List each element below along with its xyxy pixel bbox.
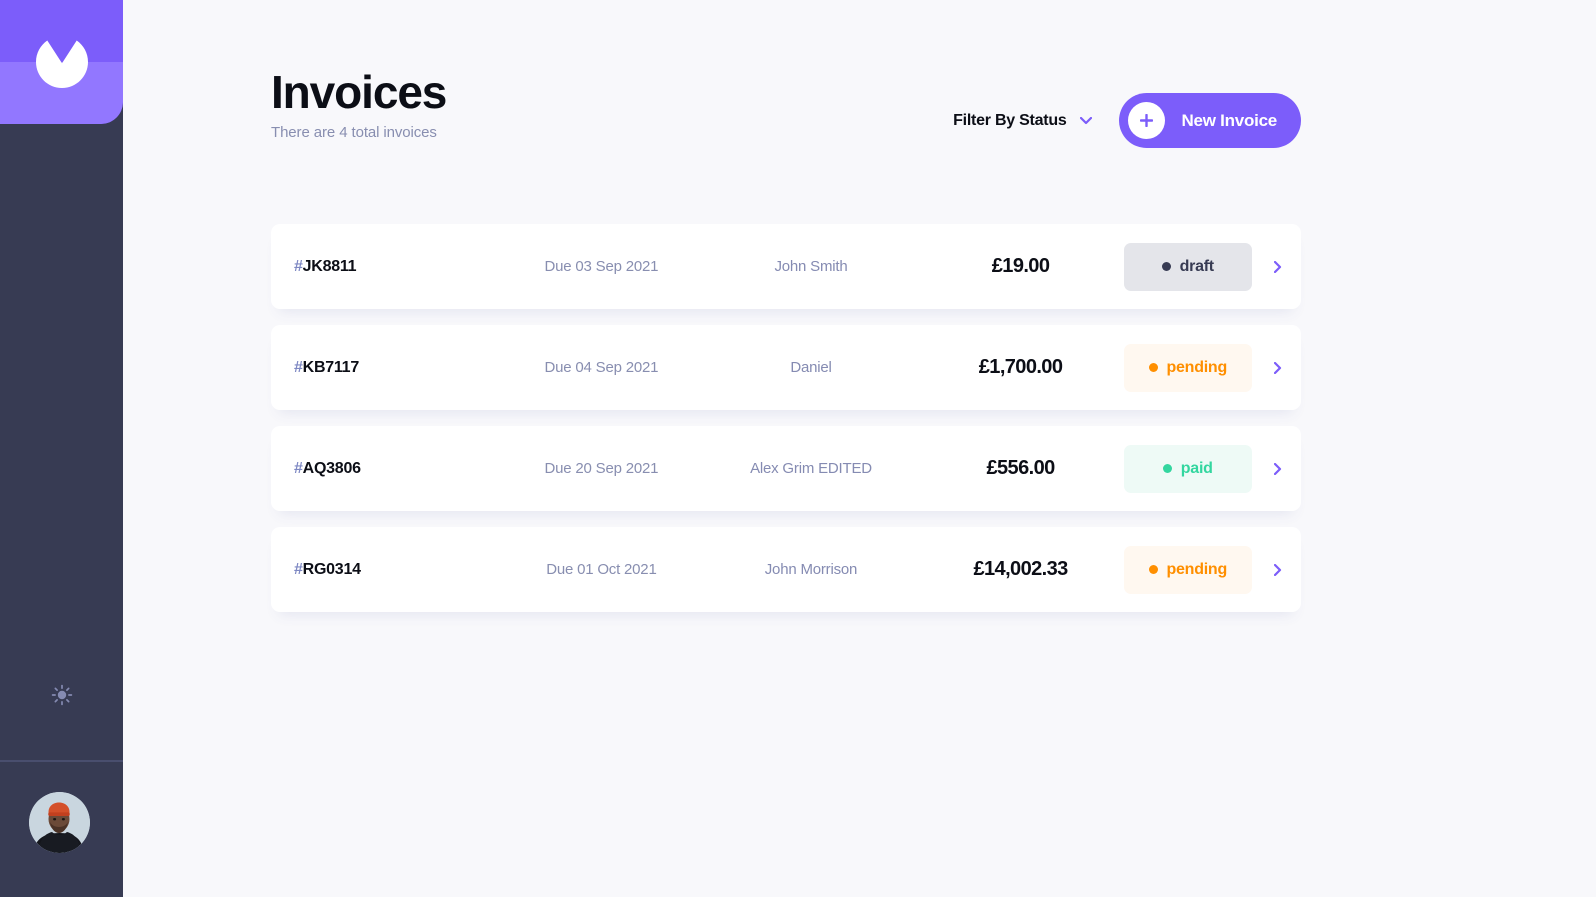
invoice-id-value: RG0314 (302, 560, 361, 578)
invoice-amount: £556.00 (986, 457, 1056, 479)
sidebar (0, 0, 123, 897)
status-label: pending (1166, 560, 1228, 578)
avatar[interactable] (29, 792, 90, 853)
invoice-app: Invoices There are 4 total invoices Filt… (0, 0, 1596, 897)
invoice-open-arrow[interactable] (1255, 462, 1300, 475)
chevron-right-icon (1273, 563, 1281, 576)
status-label: pending (1166, 358, 1228, 376)
invoice-id: #AQ3806 (272, 460, 502, 478)
invoice-count-subtitle: There are 4 total invoices (271, 124, 437, 141)
invoice-id: #JK8811 (272, 258, 502, 276)
chevron-down-icon (1080, 116, 1093, 124)
invoice-amount: £1,700.00 (978, 356, 1063, 378)
invoice-id-value: KB7117 (302, 358, 360, 376)
chevron-right-icon (1273, 462, 1281, 475)
status-dot-icon (1161, 262, 1171, 271)
sidebar-divider (0, 760, 123, 762)
avatar-image (29, 792, 90, 853)
page-header: Invoices There are 4 total invoices Filt… (271, 0, 1301, 148)
invoice-list: #JK8811 Due 03 Sep 2021 John Smith £19.0… (271, 224, 1301, 612)
invoice-amount: £14,002.33 (973, 558, 1069, 580)
invoice-due-date: Due 04 Sep 2021 (544, 359, 659, 376)
status-dot-icon (1148, 565, 1158, 574)
status-dot-icon (1148, 363, 1158, 372)
filter-by-status-label: Filter By Status (953, 111, 1067, 129)
app-logo[interactable] (0, 0, 123, 124)
invoice-open-arrow[interactable] (1255, 563, 1300, 576)
table-row[interactable]: #RG0314 Due 01 Oct 2021 John Morrison £1… (271, 527, 1301, 612)
invoice-id: #RG0314 (272, 561, 502, 579)
invoice-id-hash: # (294, 459, 303, 477)
table-row[interactable]: #AQ3806 Due 20 Sep 2021 Alex Grim EDITED… (271, 426, 1301, 511)
plus-icon (1140, 114, 1154, 127)
status-label: draft (1179, 257, 1215, 275)
table-row[interactable]: #JK8811 Due 03 Sep 2021 John Smith £19.0… (271, 224, 1301, 309)
content-container: Invoices There are 4 total invoices Filt… (271, 0, 1301, 612)
invoice-id-hash: # (294, 358, 303, 376)
status-dot-icon (1162, 464, 1172, 473)
invoice-client-name: Alex Grim EDITED (750, 460, 872, 477)
invoice-amount: £19.00 (991, 255, 1050, 277)
new-invoice-button[interactable]: New Invoice (1119, 93, 1301, 148)
chevron-right-icon (1273, 260, 1281, 273)
invoice-open-arrow[interactable] (1255, 260, 1300, 273)
logo-icon (35, 40, 88, 88)
filter-by-status-dropdown[interactable]: Filter By Status (953, 111, 1093, 130)
invoice-status-cell: pending (1120, 343, 1255, 392)
invoice-due-date: Due 20 Sep 2021 (544, 460, 659, 477)
title-area: Invoices There are 4 total invoices (271, 66, 447, 143)
invoice-client-name: Daniel (790, 359, 832, 376)
sun-icon (51, 684, 72, 706)
chevron-right-icon (1273, 361, 1281, 374)
status-badge: paid (1123, 444, 1252, 493)
invoice-status-cell: draft (1120, 242, 1255, 291)
invoice-id: #KB7117 (272, 359, 502, 377)
invoice-client-name: John Morrison (764, 561, 858, 578)
status-badge: pending (1123, 343, 1252, 392)
table-row[interactable]: #KB7117 Due 04 Sep 2021 Daniel £1,700.00… (271, 325, 1301, 410)
main-content: Invoices There are 4 total invoices Filt… (123, 0, 1596, 897)
status-badge: draft (1123, 242, 1252, 291)
invoice-id-hash: # (294, 257, 303, 275)
status-badge: pending (1123, 545, 1252, 594)
invoice-id-value: JK8811 (302, 257, 357, 275)
invoice-id-value: AQ3806 (302, 459, 361, 477)
theme-toggle-button[interactable] (0, 670, 123, 720)
header-controls: Filter By Status New Invoice (953, 66, 1301, 148)
plus-icon-circle (1128, 102, 1166, 139)
page-title: Invoices (271, 66, 447, 118)
invoice-open-arrow[interactable] (1255, 361, 1300, 374)
invoice-status-cell: pending (1120, 545, 1255, 594)
invoice-due-date: Due 03 Sep 2021 (544, 258, 659, 275)
new-invoice-label: New Invoice (1181, 110, 1277, 130)
invoice-client-name: John Smith (774, 258, 848, 275)
invoice-due-date: Due 01 Oct 2021 (546, 561, 657, 578)
invoice-status-cell: paid (1120, 444, 1255, 493)
status-label: paid (1180, 459, 1213, 477)
invoice-id-hash: # (294, 560, 303, 578)
